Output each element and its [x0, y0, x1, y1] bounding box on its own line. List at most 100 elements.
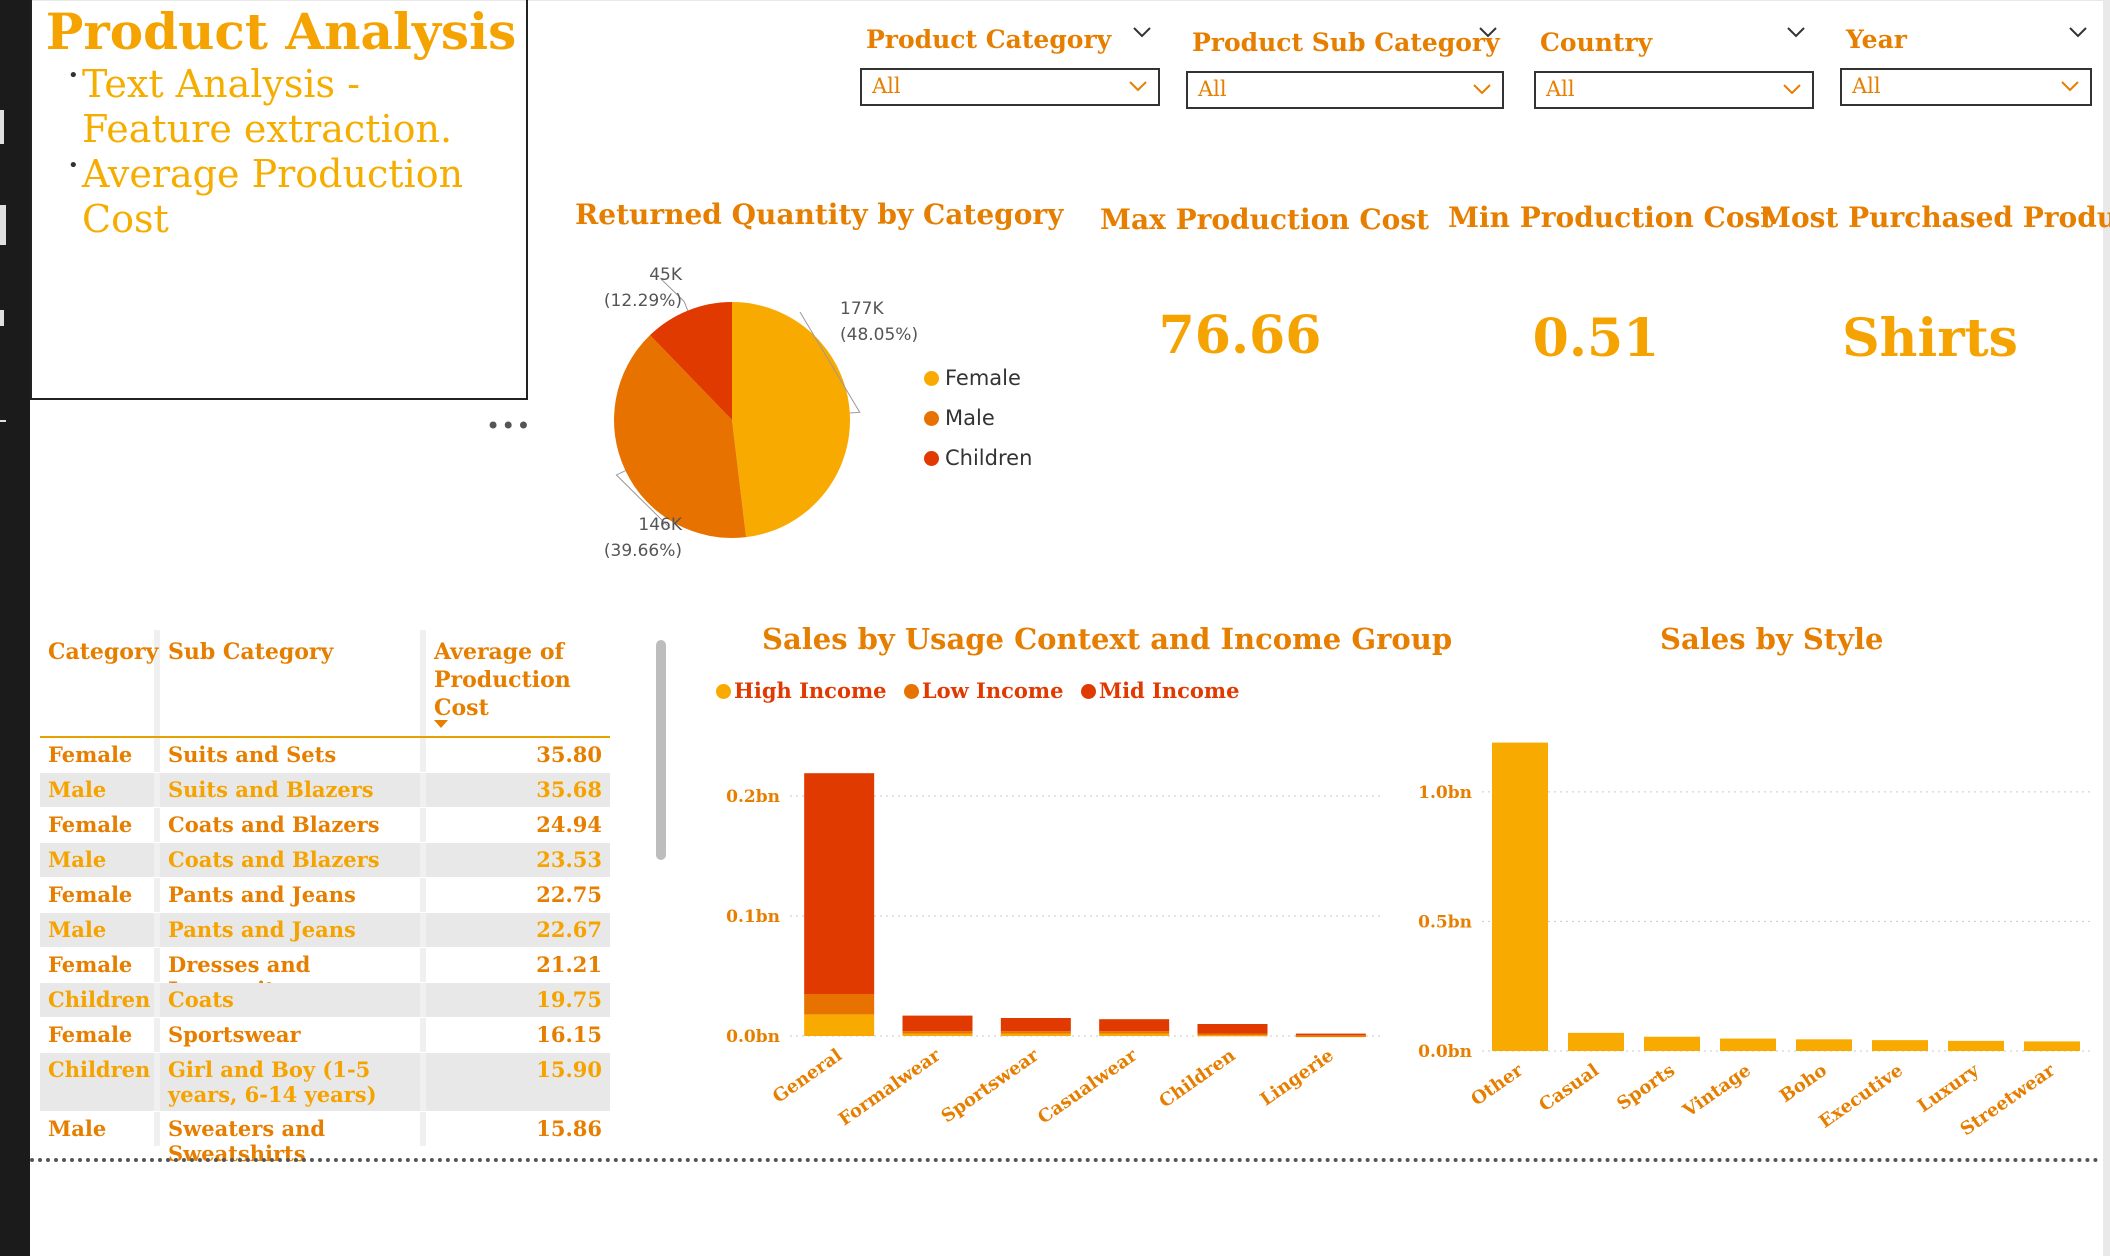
bullet-dot-icon: • — [68, 65, 79, 86]
bar-streetwear[interactable] — [2024, 1041, 2080, 1051]
cell-sub-category: Girl and Boy (1-5 years, 6-14 years) — [168, 1057, 377, 1107]
slicer-dropdown[interactable]: All — [1186, 71, 1504, 109]
x-tick-label: Children — [1155, 1045, 1239, 1113]
cell-avg-cost: 16.15 — [536, 1022, 602, 1047]
table-row[interactable]: Female Pants and Jeans 22.75 — [40, 878, 610, 913]
pie-label-pct: (12.29%) — [603, 291, 682, 311]
rail-grid-icon[interactable] — [0, 205, 6, 245]
header-avg-cost[interactable]: Average of Production Cost — [434, 638, 574, 722]
table-row[interactable]: Children Coats 19.75 — [40, 983, 610, 1018]
table-row[interactable]: Female Suits and Sets 35.80 — [40, 738, 610, 773]
bar-casual[interactable] — [1568, 1032, 1624, 1051]
sales-by-usage-income-chart[interactable]: 0.0bn 0.1bn 0.2bn GeneralFormalwearSportswe… — [720, 700, 1400, 1140]
chevron-down-icon[interactable] — [1472, 83, 1492, 95]
chevron-down-icon[interactable] — [2068, 26, 2088, 38]
cell-sub-category: Coats — [168, 987, 234, 1012]
cell-sub-category: Sportswear — [168, 1022, 301, 1047]
chevron-down-icon[interactable] — [1782, 83, 1802, 95]
chevron-down-icon[interactable] — [1128, 80, 1148, 92]
pie-label-children: 45K (12.29%) — [600, 262, 682, 314]
header-sub-category[interactable]: Sub Category — [168, 638, 333, 666]
bar-general-low-income[interactable] — [804, 994, 875, 1015]
cell-avg-cost: 24.94 — [536, 812, 602, 837]
avg-production-cost-table[interactable]: Category Sub Category Average of Product… — [40, 630, 610, 1166]
sales-by-style-chart[interactable]: 0.0bn 0.5bn 1.0bn Other Casual Sports Vintage B… — [1400, 680, 2100, 1140]
bar-casualwear-high-income[interactable] — [1099, 1033, 1170, 1036]
table-row[interactable]: Male Suits and Blazers 35.68 — [40, 773, 610, 808]
bar-sportswear-mid-income[interactable] — [1000, 1018, 1071, 1032]
kpi-value-min-cost: 0.51 — [1532, 308, 1660, 369]
bar-general-mid-income[interactable] — [804, 773, 875, 994]
header-category[interactable]: Category — [48, 638, 158, 666]
cell-avg-cost: 23.53 — [536, 847, 602, 872]
bar-sportswear-low-income[interactable] — [1000, 1031, 1071, 1034]
table-scrollbar[interactable] — [656, 640, 666, 860]
legend-label: Children — [945, 446, 1033, 470]
x-tick-label: Executive — [1815, 1060, 1907, 1133]
table-row[interactable]: Female Sportswear 16.15 — [40, 1018, 610, 1053]
bar-vintage[interactable] — [1720, 1038, 1776, 1051]
pie-label-value: 177K — [840, 299, 884, 319]
table-body: Female Suits and Sets 35.80 Male Suits and B… — [40, 738, 610, 1166]
legend-swatch — [1080, 684, 1096, 699]
cell-category: Children — [48, 987, 151, 1012]
table-row[interactable]: Male Pants and Jeans 22.67 — [40, 913, 610, 948]
slicer-label: Product Sub Category — [1192, 28, 1500, 57]
more-options-icon[interactable]: ••• — [486, 412, 531, 440]
right-scroll-track[interactable] — [2103, 0, 2110, 1256]
bar-sports[interactable] — [1644, 1036, 1700, 1051]
pie-label-value: 45K — [649, 265, 682, 285]
legend-item-female[interactable]: Female — [924, 366, 1021, 390]
chevron-down-icon[interactable] — [1132, 26, 1152, 38]
bullet-item: • Average Production Cost — [52, 152, 512, 242]
bar-lingerie-mid-income[interactable] — [1295, 1033, 1366, 1036]
bar-lingerie-low-income[interactable] — [1295, 1035, 1366, 1037]
slicer-dropdown[interactable]: All — [860, 68, 1160, 106]
bar-formalwear-low-income[interactable] — [902, 1031, 973, 1034]
slicer-label: Product Category — [866, 25, 1112, 54]
bar-casualwear-low-income[interactable] — [1099, 1031, 1170, 1034]
table-row[interactable]: Male Coats and Blazers 23.53 — [40, 843, 610, 878]
slicer-label: Country — [1540, 28, 1653, 57]
bar-sportswear-high-income[interactable] — [1000, 1033, 1071, 1036]
chevron-down-icon[interactable] — [2060, 80, 2080, 92]
usage-income-chart-title: Sales by Usage Context and Income Group — [762, 622, 1453, 656]
table-row[interactable]: FemaleDresses and Jumpsuits21.21 — [40, 948, 610, 1002]
x-tick-label: Vintage — [1678, 1060, 1754, 1122]
pie-label-value: 146K — [638, 515, 682, 535]
kpi-title-max-cost: Max Production Cost — [1100, 203, 1430, 236]
chevron-down-icon[interactable] — [1786, 26, 1806, 38]
bar-luxury[interactable] — [1948, 1040, 2004, 1051]
y-tick-label: 0.5bn — [1418, 912, 1472, 932]
legend-item-children[interactable]: Children — [924, 446, 1032, 470]
pie-slice-female[interactable] — [732, 302, 850, 538]
table-row[interactable]: Female Coats and Blazers 24.94 — [40, 808, 610, 843]
bar-casualwear-mid-income[interactable] — [1099, 1019, 1170, 1032]
cell-category: Female — [48, 1022, 133, 1047]
bar-formalwear-mid-income[interactable] — [902, 1015, 973, 1032]
slicer-dropdown[interactable]: All — [1534, 71, 1814, 109]
legend-swatch — [716, 684, 731, 699]
legend-swatch — [924, 451, 939, 466]
bar-general-high-income[interactable] — [804, 1014, 875, 1036]
cell-avg-cost: 15.86 — [536, 1116, 602, 1141]
slicer-value: All — [872, 74, 901, 98]
y-tick-label: 0.0bn — [1418, 1042, 1472, 1062]
bar-executive[interactable] — [1872, 1040, 1928, 1051]
table-row[interactable]: Children Girl and Boy (1-5 years, 6-14 ye… — [40, 1053, 610, 1112]
legend-item-male[interactable]: Male — [924, 406, 995, 430]
bar-formalwear-high-income[interactable] — [902, 1033, 973, 1036]
kpi-title-min-cost: Min Production Cost — [1448, 201, 1774, 234]
slicer-value: All — [1852, 74, 1881, 98]
bar-children-low-income[interactable] — [1197, 1033, 1268, 1036]
chevron-down-icon[interactable] — [1478, 26, 1498, 38]
sort-descending-icon[interactable] — [434, 720, 448, 728]
bar-children-mid-income[interactable] — [1197, 1024, 1268, 1034]
x-tick-label: Casual — [1535, 1060, 1603, 1116]
bar-other[interactable] — [1492, 742, 1548, 1051]
x-tick-label: Boho — [1776, 1060, 1831, 1107]
slicer-dropdown[interactable]: All — [1840, 68, 2092, 106]
table-row[interactable]: Male Sweaters and Sweatshirts 15.86 — [40, 1112, 610, 1166]
legend-swatch — [924, 371, 939, 386]
bar-boho[interactable] — [1796, 1039, 1852, 1051]
